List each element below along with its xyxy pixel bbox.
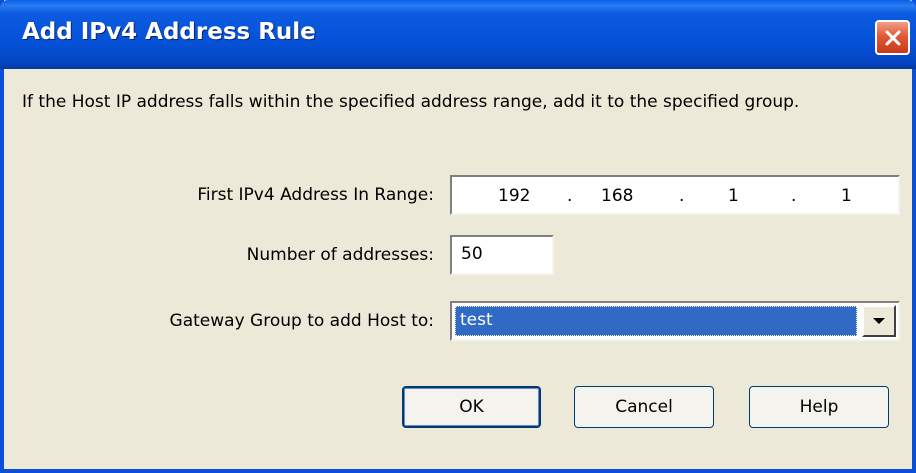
ip-separator: . xyxy=(791,186,797,206)
gateway-group-select[interactable]: test xyxy=(450,301,900,341)
ip-octet-1[interactable]: 192 xyxy=(498,186,530,206)
first-ipv4-address-input[interactable]: 192 . 168 . 1 . 1 xyxy=(450,175,900,215)
close-button[interactable] xyxy=(875,20,910,55)
add-ipv4-rule-dialog: Add IPv4 Address Rule If the Host IP add… xyxy=(0,0,916,473)
dialog-title: Add IPv4 Address Rule xyxy=(22,19,316,45)
number-of-addresses-input[interactable]: 50 xyxy=(450,235,554,275)
selected-group-value[interactable]: test xyxy=(455,306,857,336)
ip-separator: . xyxy=(679,186,685,206)
ip-octet-4[interactable]: 1 xyxy=(841,186,852,206)
cancel-button[interactable]: Cancel xyxy=(574,386,714,428)
group-label: Gateway Group to add Host to: xyxy=(169,311,434,331)
ip-octet-2[interactable]: 168 xyxy=(601,186,633,206)
count-label: Number of addresses: xyxy=(246,245,434,265)
close-icon xyxy=(885,30,900,45)
chevron-down-icon xyxy=(873,318,885,324)
first-address-label: First IPv4 Address In Range: xyxy=(197,185,434,205)
ok-button[interactable]: OK xyxy=(402,386,541,428)
dropdown-button[interactable] xyxy=(862,305,896,337)
title-bar[interactable]: Add IPv4 Address Rule xyxy=(0,0,916,69)
help-button[interactable]: Help xyxy=(749,386,889,428)
dialog-body: If the Host IP address falls within the … xyxy=(4,69,912,469)
ip-separator: . xyxy=(567,186,573,206)
description-text: If the Host IP address falls within the … xyxy=(22,92,800,112)
ip-octet-3[interactable]: 1 xyxy=(728,186,739,206)
